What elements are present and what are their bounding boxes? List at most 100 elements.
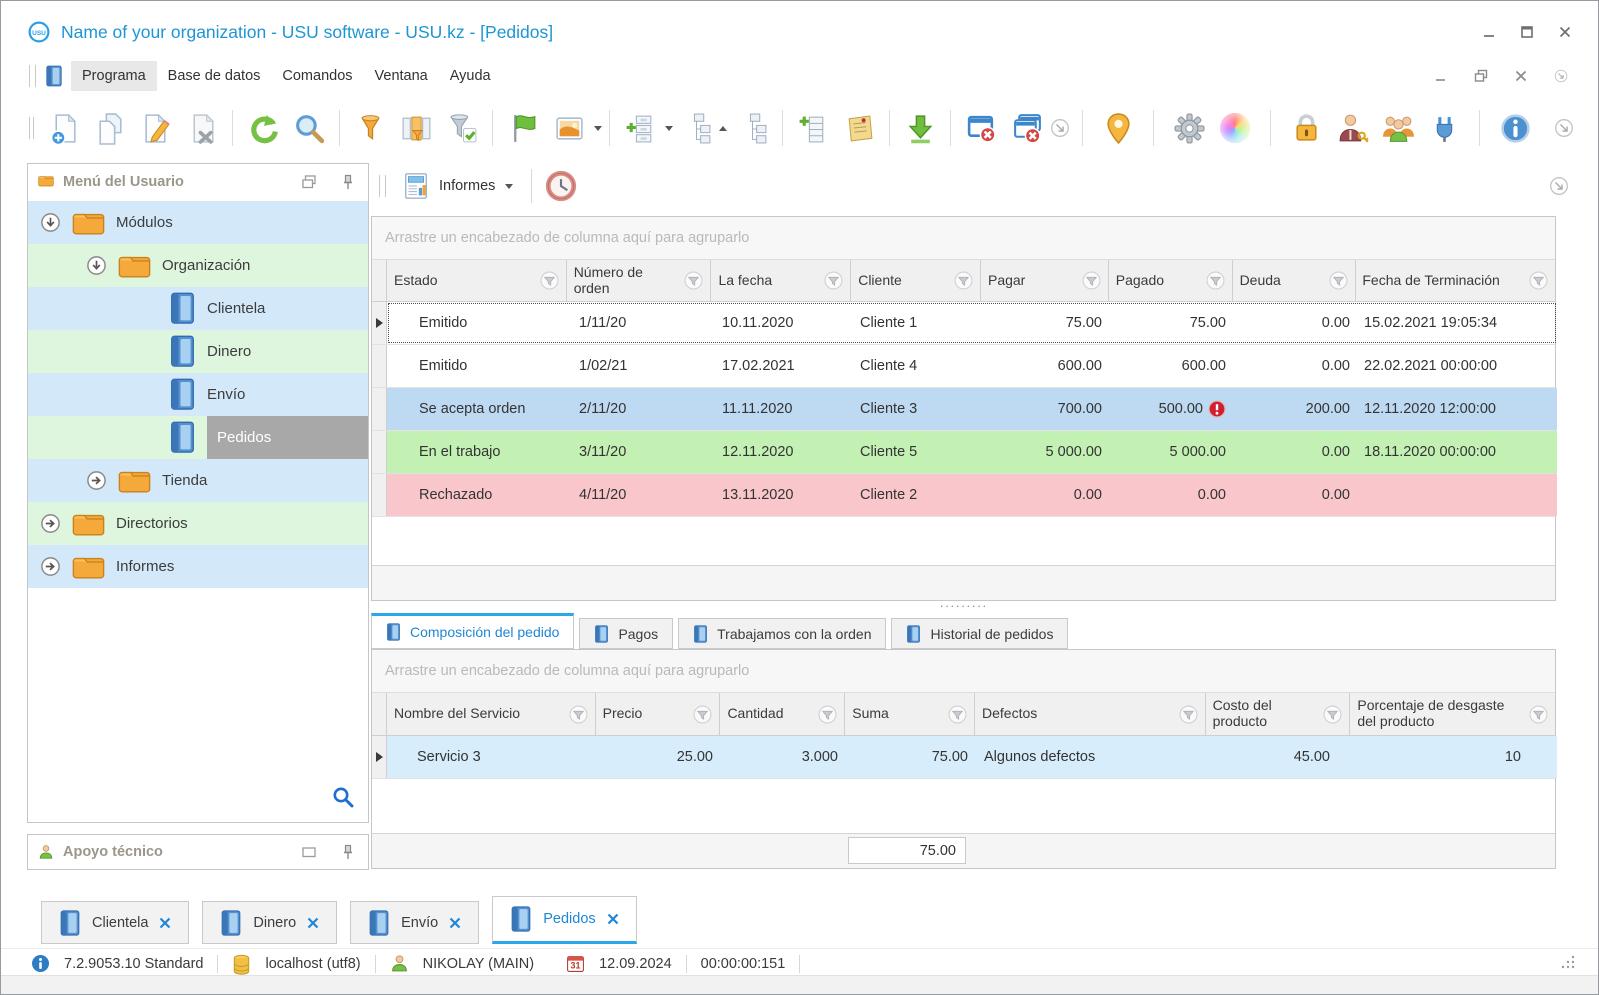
tree-node-clientela[interactable]: Clientela bbox=[28, 287, 368, 330]
delete-record-icon[interactable] bbox=[179, 105, 225, 151]
child-minimize-icon[interactable] bbox=[1434, 69, 1448, 83]
main-toolbar-grip[interactable] bbox=[29, 117, 34, 139]
timer-clock-icon[interactable] bbox=[542, 167, 580, 205]
tree-node-organizacion[interactable]: Organización bbox=[28, 244, 368, 287]
tree-node-envio[interactable]: Envío bbox=[28, 373, 368, 416]
menu-item-base-de-datos[interactable]: Base de datos bbox=[157, 61, 272, 91]
window-tab-dinero[interactable]: Dinero bbox=[202, 901, 338, 944]
tree-node-modulos[interactable]: Módulos bbox=[28, 201, 368, 244]
service-row[interactable]: Servicio 3 25.00 3.000 75.00 Algunos def… bbox=[372, 736, 1557, 779]
menu-item-ayuda[interactable]: Ayuda bbox=[439, 61, 502, 91]
user-rights-icon[interactable] bbox=[1329, 105, 1375, 151]
tab-trabajamos-con-la-orden[interactable]: Trabajamos con la orden bbox=[678, 618, 887, 649]
column-header-suma[interactable]: Suma bbox=[845, 693, 976, 735]
column-header-deuda[interactable]: Deuda bbox=[1233, 260, 1357, 301]
grid-settings-icon[interactable] bbox=[617, 105, 663, 151]
users-group-icon[interactable] bbox=[1375, 105, 1421, 151]
tree-node-directorios[interactable]: Directorios bbox=[28, 502, 368, 545]
close-window-icon[interactable] bbox=[958, 105, 1004, 151]
import-icon[interactable] bbox=[897, 105, 943, 151]
filter-funnel-icon[interactable] bbox=[1323, 705, 1342, 724]
minimize-icon[interactable] bbox=[1482, 25, 1496, 39]
pin-panel-icon[interactable] bbox=[340, 174, 356, 190]
copy-record-icon[interactable] bbox=[87, 105, 133, 151]
toolbar-overflow-left-icon[interactable] bbox=[1050, 118, 1070, 138]
location-pin-icon[interactable] bbox=[1095, 105, 1141, 151]
toolbar-grip[interactable] bbox=[29, 65, 36, 87]
edit-record-icon[interactable] bbox=[133, 105, 179, 151]
column-header-fecha[interactable]: La fecha bbox=[711, 260, 852, 301]
search-icon[interactable] bbox=[286, 105, 332, 151]
filter-funnel-icon[interactable] bbox=[693, 705, 712, 724]
filter-check-icon[interactable] bbox=[439, 105, 485, 151]
close-tab-icon[interactable] bbox=[449, 917, 461, 929]
order-row[interactable]: En el trabajo 3/11/20 12.11.2020 Cliente… bbox=[372, 431, 1557, 474]
child-close-icon[interactable] bbox=[1514, 69, 1528, 83]
detail-group-by-area[interactable]: Arrastre un encabezado de columna aquí p… bbox=[372, 650, 1555, 693]
window-menu-icon[interactable] bbox=[45, 65, 63, 87]
collapse-node-icon[interactable] bbox=[40, 212, 61, 233]
tab-composicion-del-pedido[interactable]: Composición del pedido bbox=[371, 613, 575, 649]
image-dropdown-icon[interactable] bbox=[594, 125, 602, 131]
tab-historial-de-pedidos[interactable]: Historial de pedidos bbox=[891, 618, 1069, 649]
filter-funnel-icon[interactable] bbox=[1529, 705, 1548, 724]
order-row[interactable]: Se acepta orden 2/11/20 11.11.2020 Clien… bbox=[372, 388, 1557, 431]
menu-item-ventana[interactable]: Ventana bbox=[364, 61, 439, 91]
filter-funnel-icon[interactable] bbox=[818, 705, 837, 724]
window-tab-pedidos[interactable]: Pedidos bbox=[492, 896, 637, 944]
column-header-terminacion[interactable]: Fecha de Terminación bbox=[1356, 260, 1555, 301]
menu-item-programa[interactable]: Programa bbox=[71, 61, 157, 91]
collapse-node-icon[interactable] bbox=[86, 255, 107, 276]
column-header-pagado[interactable]: Pagado bbox=[1109, 260, 1233, 301]
close-tab-icon[interactable] bbox=[159, 917, 171, 929]
splitter-handle[interactable] bbox=[371, 600, 1556, 612]
flag-icon[interactable] bbox=[500, 105, 546, 151]
notes-icon[interactable] bbox=[836, 105, 882, 151]
filter-funnel-icon[interactable] bbox=[540, 271, 559, 290]
column-header-cantidad[interactable]: Cantidad bbox=[720, 693, 846, 735]
column-header-cliente[interactable]: Cliente bbox=[851, 260, 981, 301]
window-tab-envio[interactable]: Envío bbox=[350, 901, 480, 944]
pin-panel-icon[interactable] bbox=[340, 844, 356, 860]
filter-funnel-icon[interactable] bbox=[684, 271, 703, 290]
info-icon[interactable] bbox=[1492, 105, 1538, 151]
order-row[interactable]: Emitido 1/11/20 10.11.2020 Cliente 1 75.… bbox=[372, 302, 1556, 345]
column-header-nombre[interactable]: Nombre del Servicio bbox=[387, 693, 596, 735]
close-all-windows-icon[interactable] bbox=[1004, 105, 1050, 151]
maximize-icon[interactable] bbox=[1520, 25, 1534, 39]
plugin-icon[interactable] bbox=[1421, 105, 1467, 151]
tree-node-dinero[interactable]: Dinero bbox=[28, 330, 368, 373]
column-header-costo[interactable]: Costo del producto bbox=[1206, 693, 1351, 735]
add-row-icon[interactable] bbox=[790, 105, 836, 151]
report-toolbar-grip[interactable] bbox=[379, 175, 386, 197]
filter-funnel-icon[interactable] bbox=[1082, 271, 1101, 290]
lock-icon[interactable] bbox=[1283, 105, 1329, 151]
close-tab-icon[interactable] bbox=[607, 913, 619, 925]
toolbar-overflow-right-icon[interactable] bbox=[1554, 118, 1574, 138]
close-tab-icon[interactable] bbox=[307, 917, 319, 929]
expand-tree-icon[interactable] bbox=[673, 105, 719, 151]
filter-funnel-icon[interactable] bbox=[954, 271, 973, 290]
filter-funnel-icon[interactable] bbox=[1529, 271, 1548, 290]
column-header-estado[interactable]: Estado bbox=[387, 260, 567, 301]
filter-funnel-icon[interactable] bbox=[1206, 271, 1225, 290]
tree-node-pedidos-selected[interactable]: Pedidos bbox=[28, 416, 368, 459]
settings-gear-icon[interactable] bbox=[1166, 105, 1212, 151]
column-header-pagar[interactable]: Pagar bbox=[981, 260, 1109, 301]
window-tab-clientela[interactable]: Clientela bbox=[41, 901, 190, 944]
filter-funnel-icon[interactable] bbox=[569, 705, 588, 724]
report-bar-overflow-icon[interactable] bbox=[1549, 176, 1569, 196]
tree-node-informes[interactable]: Informes bbox=[28, 545, 368, 588]
refresh-icon[interactable] bbox=[240, 105, 286, 151]
column-header-porcentaje[interactable]: Porcentaje de desgaste del producto bbox=[1350, 693, 1555, 735]
orders-group-by-area[interactable]: Arrastre un encabezado de columna aquí p… bbox=[372, 217, 1555, 260]
filter-funnel-icon[interactable] bbox=[824, 271, 843, 290]
tab-pagos[interactable]: Pagos bbox=[579, 618, 674, 649]
tree-node-tienda[interactable]: Tienda bbox=[28, 459, 368, 502]
tree-search-icon[interactable] bbox=[332, 786, 354, 808]
filter-funnel-icon[interactable] bbox=[1179, 705, 1198, 724]
column-header-defectos[interactable]: Defectos bbox=[975, 693, 1206, 735]
expand-node-icon[interactable] bbox=[40, 556, 61, 577]
order-row[interactable]: Rechazado 4/11/20 13.11.2020 Cliente 2 0… bbox=[372, 474, 1557, 517]
collapse-tree-icon[interactable] bbox=[729, 105, 775, 151]
